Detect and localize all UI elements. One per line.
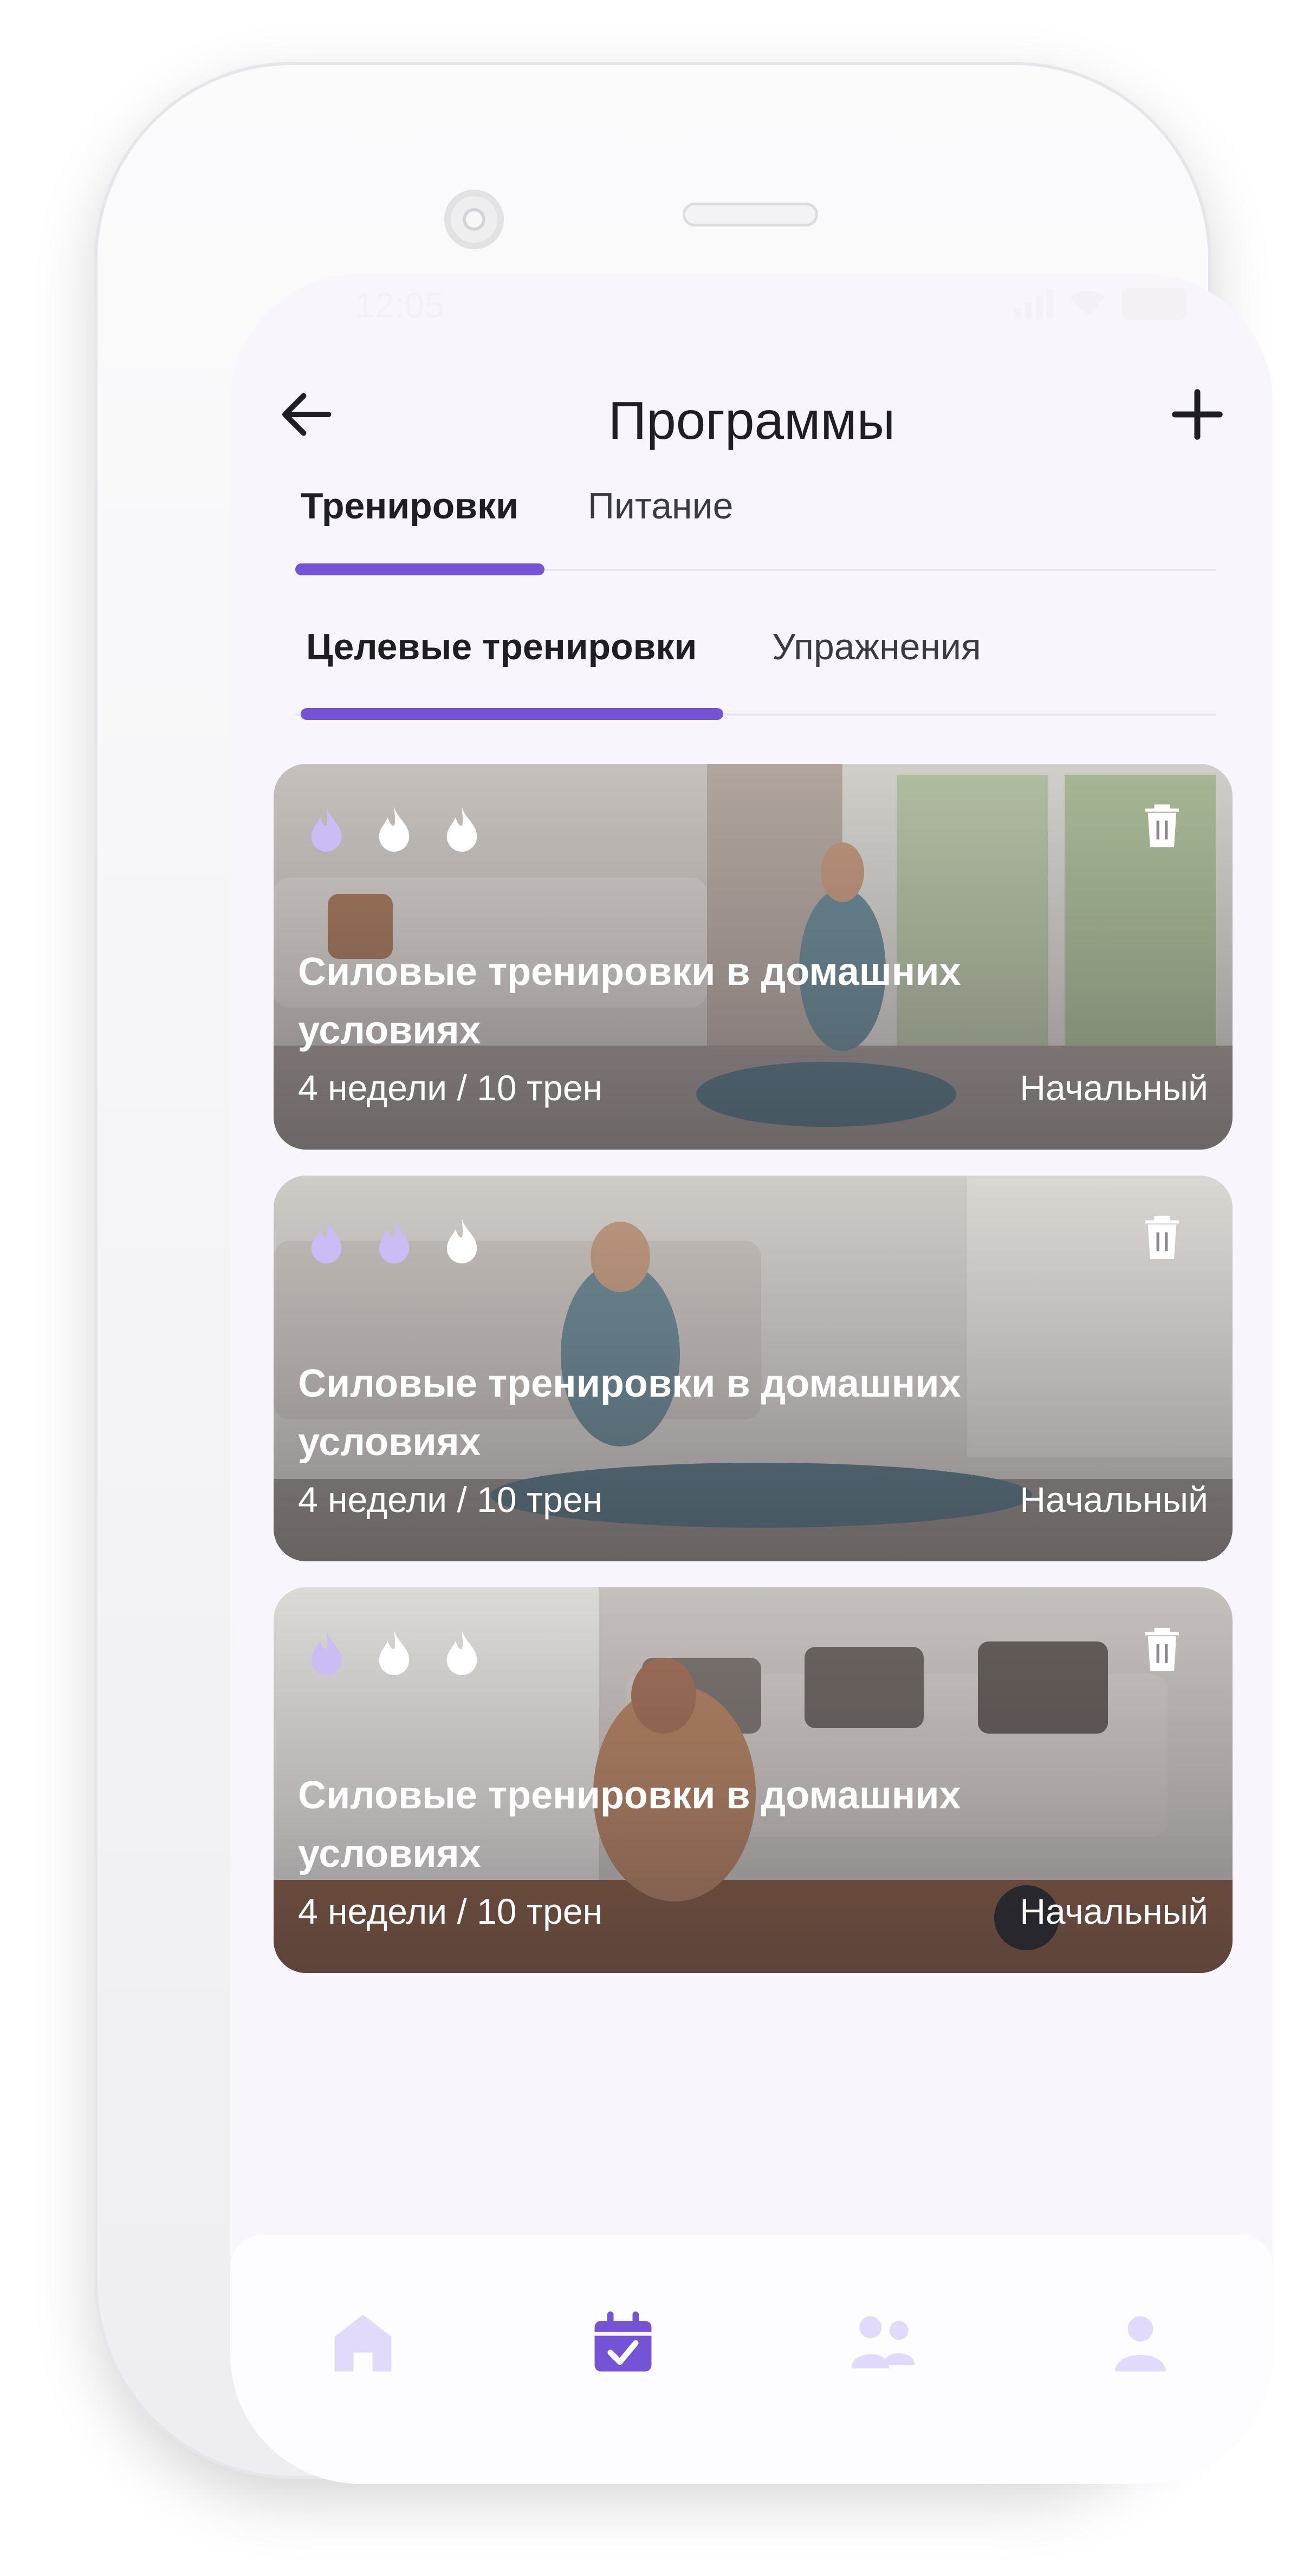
trash-icon[interactable] <box>1140 1625 1184 1671</box>
flame-icon <box>446 1218 477 1264</box>
program-level: Начальный <box>1020 1480 1208 1520</box>
nav-profile[interactable] <box>1103 2305 1178 2381</box>
add-program-button[interactable] <box>1165 385 1230 444</box>
active-tab-indicator <box>295 563 544 575</box>
nav-calendar[interactable] <box>585 2305 661 2381</box>
front-camera <box>444 190 504 249</box>
intensity-rating <box>303 1216 485 1268</box>
program-card[interactable]: Силовые тренировки в домашних условиях 4… <box>274 764 1233 1150</box>
tab-target-workouts[interactable]: Целевые тренировки <box>306 626 697 668</box>
program-duration: 4 недели <box>298 1891 448 1931</box>
intensity-rating <box>303 1628 485 1679</box>
program-card[interactable]: Силовые тренировки в домашних условиях 4… <box>274 1587 1233 1973</box>
signal-icon <box>1014 289 1053 319</box>
bottom-navigation <box>230 2235 1273 2484</box>
flame-icon <box>379 806 410 852</box>
nav-community[interactable] <box>845 2305 921 2381</box>
tab-exercises[interactable]: Упражнения <box>772 626 981 668</box>
plus-icon <box>1172 389 1223 440</box>
intensity-rating <box>303 804 485 856</box>
program-workouts: 10 трен <box>477 1068 603 1108</box>
home-icon <box>334 2314 392 2372</box>
tab-workouts[interactable]: Тренировки <box>301 485 518 527</box>
program-meta: 4 недели / 10 трен <box>298 1479 602 1520</box>
status-time: 12:05 <box>355 285 445 325</box>
flame-icon <box>446 806 477 852</box>
app-screen: 12:05 Программы Тренировки Питание Целев… <box>230 274 1273 2484</box>
meta-separator: / <box>457 1891 467 1931</box>
program-workouts: 10 трен <box>477 1891 603 1931</box>
flame-icon <box>379 1218 410 1264</box>
program-duration: 4 недели <box>298 1480 448 1520</box>
meta-separator: / <box>457 1068 467 1108</box>
page-title: Программы <box>608 391 896 450</box>
program-workouts: 10 трен <box>477 1480 603 1520</box>
program-duration: 4 недели <box>298 1068 448 1108</box>
program-meta: 4 недели / 10 трен <box>298 1891 602 1932</box>
flame-icon <box>311 1630 342 1676</box>
phone-frame: 12:05 Программы Тренировки Питание Целев… <box>98 65 1273 2484</box>
user-icon <box>1115 2316 1166 2372</box>
program-level: Начальный <box>1020 1891 1208 1931</box>
meta-separator: / <box>457 1480 467 1520</box>
active-subtab-indicator <box>301 708 723 720</box>
flame-icon <box>379 1630 410 1676</box>
flame-icon <box>446 1630 477 1676</box>
tab-nutrition[interactable]: Питание <box>588 485 733 527</box>
app-header: Программы <box>230 363 1273 450</box>
calendar-check-icon <box>594 2311 652 2372</box>
flame-icon <box>311 806 342 852</box>
program-level: Начальный <box>1020 1068 1208 1108</box>
program-title: Силовые тренировки в домашних условиях <box>298 950 961 1052</box>
program-card[interactable]: Силовые тренировки в домашних условиях 4… <box>274 1176 1233 1561</box>
flame-icon <box>311 1218 342 1264</box>
earpiece-speaker <box>683 203 818 226</box>
sub-tabs: Целевые тренировки Упражнения <box>295 626 1216 720</box>
program-meta: 4 недели / 10 трен <box>298 1067 602 1108</box>
status-bar: 12:05 <box>230 274 1273 344</box>
program-title: Силовые тренировки в домашних условиях <box>298 1774 961 1876</box>
main-tabs: Тренировки Питание <box>295 485 1216 575</box>
trash-icon[interactable] <box>1140 802 1184 848</box>
trash-icon[interactable] <box>1140 1214 1184 1260</box>
wifi-icon <box>1069 290 1105 317</box>
nav-home[interactable] <box>325 2305 401 2381</box>
program-title: Силовые тренировки в домашних условиях <box>298 1362 961 1464</box>
users-icon <box>851 2316 915 2369</box>
battery-icon <box>1121 288 1186 320</box>
